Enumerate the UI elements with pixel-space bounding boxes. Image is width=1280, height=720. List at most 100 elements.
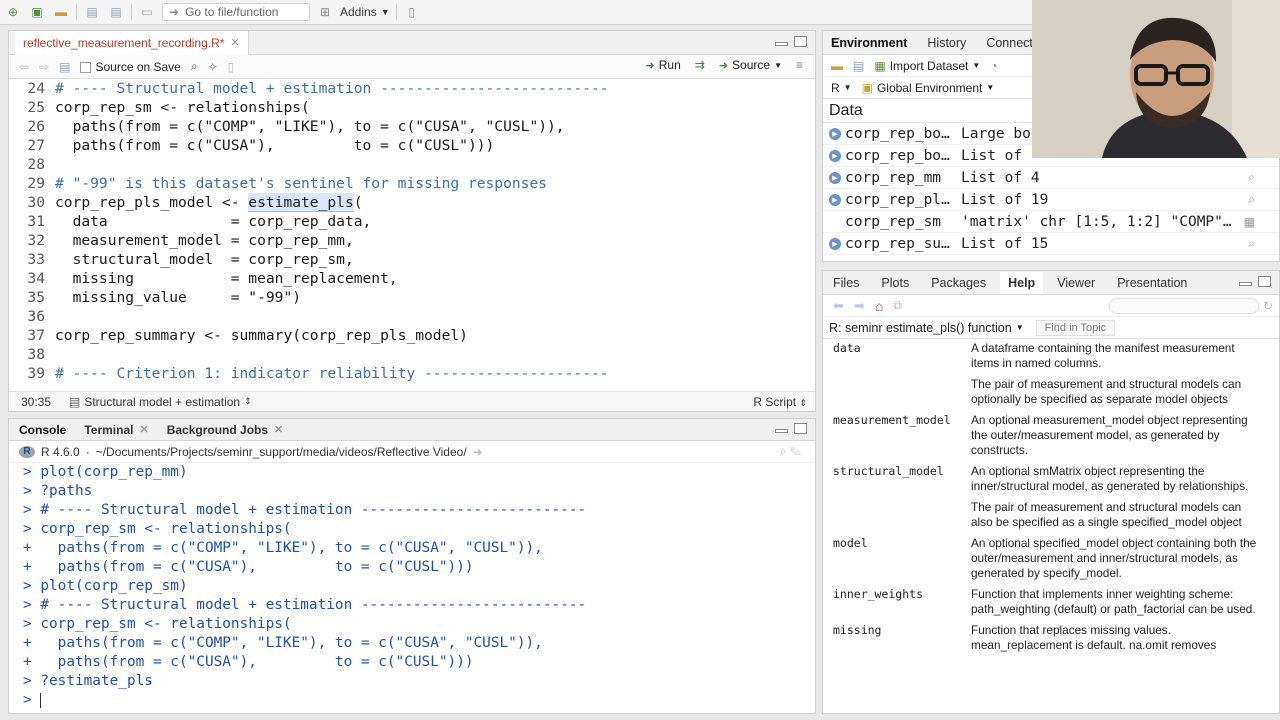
source-button[interactable]: ➜ Source ▼	[719, 58, 782, 72]
save-workspace-icon[interactable]: ▤	[853, 59, 864, 73]
minimize-pane-button[interactable]	[1239, 282, 1252, 286]
tab-packages[interactable]: Packages	[931, 276, 986, 290]
new-file-icon[interactable]: ⊕	[4, 4, 22, 20]
code-line[interactable]: 29 # "-99" is this dataset's sentinel for…	[9, 174, 815, 193]
panel-layout-icon[interactable]: ▯	[403, 4, 421, 20]
console-output[interactable]: > plot(corp_rep_mm) > ?paths > # ---- Stru…	[9, 463, 815, 713]
tab-presentation[interactable]: Presentation	[1117, 276, 1187, 290]
code-line[interactable]: 39 # ---- Criterion 1: indicator reliabil…	[9, 364, 815, 383]
goto-directory-icon[interactable]: ➜	[473, 445, 483, 459]
back-arrow-icon[interactable]: ⇦	[19, 60, 29, 74]
expand-icon[interactable]: ▶	[829, 237, 841, 250]
save-file-icon[interactable]: ▤	[59, 60, 70, 74]
source-on-save-toggle[interactable]: Source on Save	[80, 60, 181, 74]
expand-icon[interactable]: ▶	[829, 127, 841, 140]
new-project-icon[interactable]: ▣	[28, 4, 46, 20]
code-line[interactable]: 31 data = corp_rep_data,	[9, 212, 815, 231]
tab-connections[interactable]: Connecti	[986, 36, 1035, 50]
forward-arrow-icon[interactable]: ⇨	[39, 60, 49, 74]
code-line[interactable]: 30 corp_rep_pls_model <- estimate_pls(	[9, 193, 815, 212]
code-line[interactable]: 27 paths(from = c("CUSA"), to = c("CUSL"…	[9, 136, 815, 155]
load-workspace-icon[interactable]: ▬	[831, 59, 843, 73]
close-icon[interactable]: ✕	[139, 423, 148, 436]
object-name: corp_rep_mm	[845, 169, 942, 186]
tab-console[interactable]: Console	[19, 423, 66, 437]
grid-layout-icon[interactable]: ⊞	[316, 4, 334, 20]
code-line[interactable]: 32 measurement_model = corp_rep_mm,	[9, 231, 815, 250]
help-search-input[interactable]	[1109, 298, 1259, 314]
environment-row[interactable]: ▶ corp_rep_pl… List of 19 ⌕	[823, 189, 1279, 211]
find-in-topic-input[interactable]: Find in Topic	[1035, 319, 1116, 336]
tab-history[interactable]: History	[927, 36, 966, 50]
view-search-icon[interactable]: ⌕	[1248, 236, 1255, 251]
view-grid-icon[interactable]: ▦	[1244, 215, 1255, 229]
chevron-down-icon: ▼	[843, 83, 852, 92]
minimize-pane-button[interactable]	[775, 429, 788, 433]
code-line[interactable]: 36	[9, 307, 815, 326]
environment-cube-icon: ▣	[861, 80, 873, 95]
view-search-icon[interactable]: ⌕	[1248, 170, 1255, 185]
expand-icon[interactable]: ▶	[829, 149, 841, 162]
save-icon[interactable]: ▤	[83, 4, 101, 20]
language-selector[interactable]: R ▼	[831, 81, 852, 95]
source-on-save-checkbox[interactable]	[80, 61, 92, 73]
expand-icon[interactable]: ▶	[829, 193, 841, 206]
editor-tab[interactable]: reflective_measurement_recording.R* ✕	[15, 30, 249, 55]
addins-menu[interactable]: Addins ▼	[340, 5, 390, 19]
tab-help[interactable]: Help	[1000, 271, 1044, 294]
goto-file-function-input[interactable]: ➜ Go to file/function	[162, 3, 310, 21]
code-line[interactable]: 38	[9, 345, 815, 364]
maximize-pane-button[interactable]	[794, 423, 807, 434]
code-line[interactable]: 25 corp_rep_sm <- relationships(	[9, 98, 815, 117]
scope-selector[interactable]: ▤ Structural model + estimation ⇕	[69, 395, 252, 409]
expand-icon[interactable]: ▶	[829, 171, 841, 184]
tab-terminal[interactable]: Terminal ✕	[84, 423, 148, 437]
code-line[interactable]: 28	[9, 155, 815, 174]
document-outline-icon[interactable]: ≡	[796, 58, 803, 72]
environment-row[interactable]: corp_rep_sm 'matrix' chr [1:5, 1:2] "COMP…	[823, 211, 1279, 233]
forward-arrow-icon[interactable]: ➡	[854, 298, 865, 314]
tab-environment[interactable]: Environment	[831, 36, 907, 50]
environment-row[interactable]: ▶ corp_rep_mm List of 4 ⌕	[823, 167, 1279, 189]
help-topic-selector[interactable]: R: seminr estimate_pls() function ▼	[829, 321, 1024, 335]
tab-plots[interactable]: Plots	[881, 276, 909, 290]
home-icon[interactable]: ⌂	[875, 298, 883, 314]
maximize-pane-button[interactable]	[1258, 276, 1271, 287]
tab-files[interactable]: Files	[833, 276, 859, 290]
back-arrow-icon[interactable]: ⬅	[833, 298, 844, 314]
code-line[interactable]: 33 structural_model = corp_rep_sm,	[9, 250, 815, 269]
editor-statusbar: 30:35 ▤ Structural model + estimation ⇕ …	[9, 391, 815, 411]
close-icon[interactable]: ✕	[274, 423, 283, 436]
run-button[interactable]: ➜ Run	[646, 58, 681, 72]
popout-icon[interactable]: ⧉	[893, 298, 902, 313]
working-directory[interactable]: ~/Documents/Projects/seminr_support/medi…	[96, 445, 467, 459]
goto-arrow-icon: ➜	[169, 5, 180, 19]
line-number: 34	[27, 270, 45, 287]
code-line[interactable]: 26 paths(from = c("COMP", "LIKE"), to = …	[9, 117, 815, 136]
view-search-icon[interactable]: ⌕	[1248, 192, 1255, 207]
tab-viewer[interactable]: Viewer	[1057, 276, 1095, 290]
minimize-pane-button[interactable]	[775, 42, 788, 46]
code-line[interactable]: 34 missing = mean_replacement,	[9, 269, 815, 288]
tab-background-jobs[interactable]: Background Jobs ✕	[167, 423, 284, 437]
code-editor[interactable]: 24 # ---- Structural model + estimation -…	[9, 79, 815, 393]
open-file-icon[interactable]: ▬	[52, 4, 70, 20]
compile-report-icon[interactable]: ▯	[228, 60, 235, 74]
rerun-icon[interactable]: ⇉	[695, 58, 705, 72]
broom-icon[interactable]: ⌕ ✎	[780, 444, 801, 459]
file-type-selector[interactable]: R Script ⇕	[753, 395, 807, 409]
code-line[interactable]: 37 corp_rep_summary <- summary(corp_rep_p…	[9, 326, 815, 345]
refresh-icon[interactable]: ↻	[1263, 299, 1273, 313]
memory-usage-icon[interactable]: ◔	[990, 59, 997, 73]
save-all-icon[interactable]: ▤	[107, 4, 125, 20]
scope-dropdown[interactable]: ▣ Global Environment ▼	[862, 81, 995, 95]
code-line[interactable]: 24 # ---- Structural model + estimation -…	[9, 79, 815, 98]
magic-wand-icon[interactable]: ✧	[208, 60, 218, 74]
close-icon[interactable]: ✕	[230, 36, 239, 49]
environment-row[interactable]: ▶ corp_rep_su… List of 15 ⌕	[823, 233, 1279, 255]
import-dataset-button[interactable]: ▦ Import Dataset ▼	[874, 59, 980, 73]
search-icon[interactable]: ⌕	[191, 59, 198, 74]
print-icon[interactable]: ▭	[138, 4, 156, 20]
code-line[interactable]: 35 missing_value = "-99")	[9, 288, 815, 307]
maximize-pane-button[interactable]	[794, 36, 807, 47]
